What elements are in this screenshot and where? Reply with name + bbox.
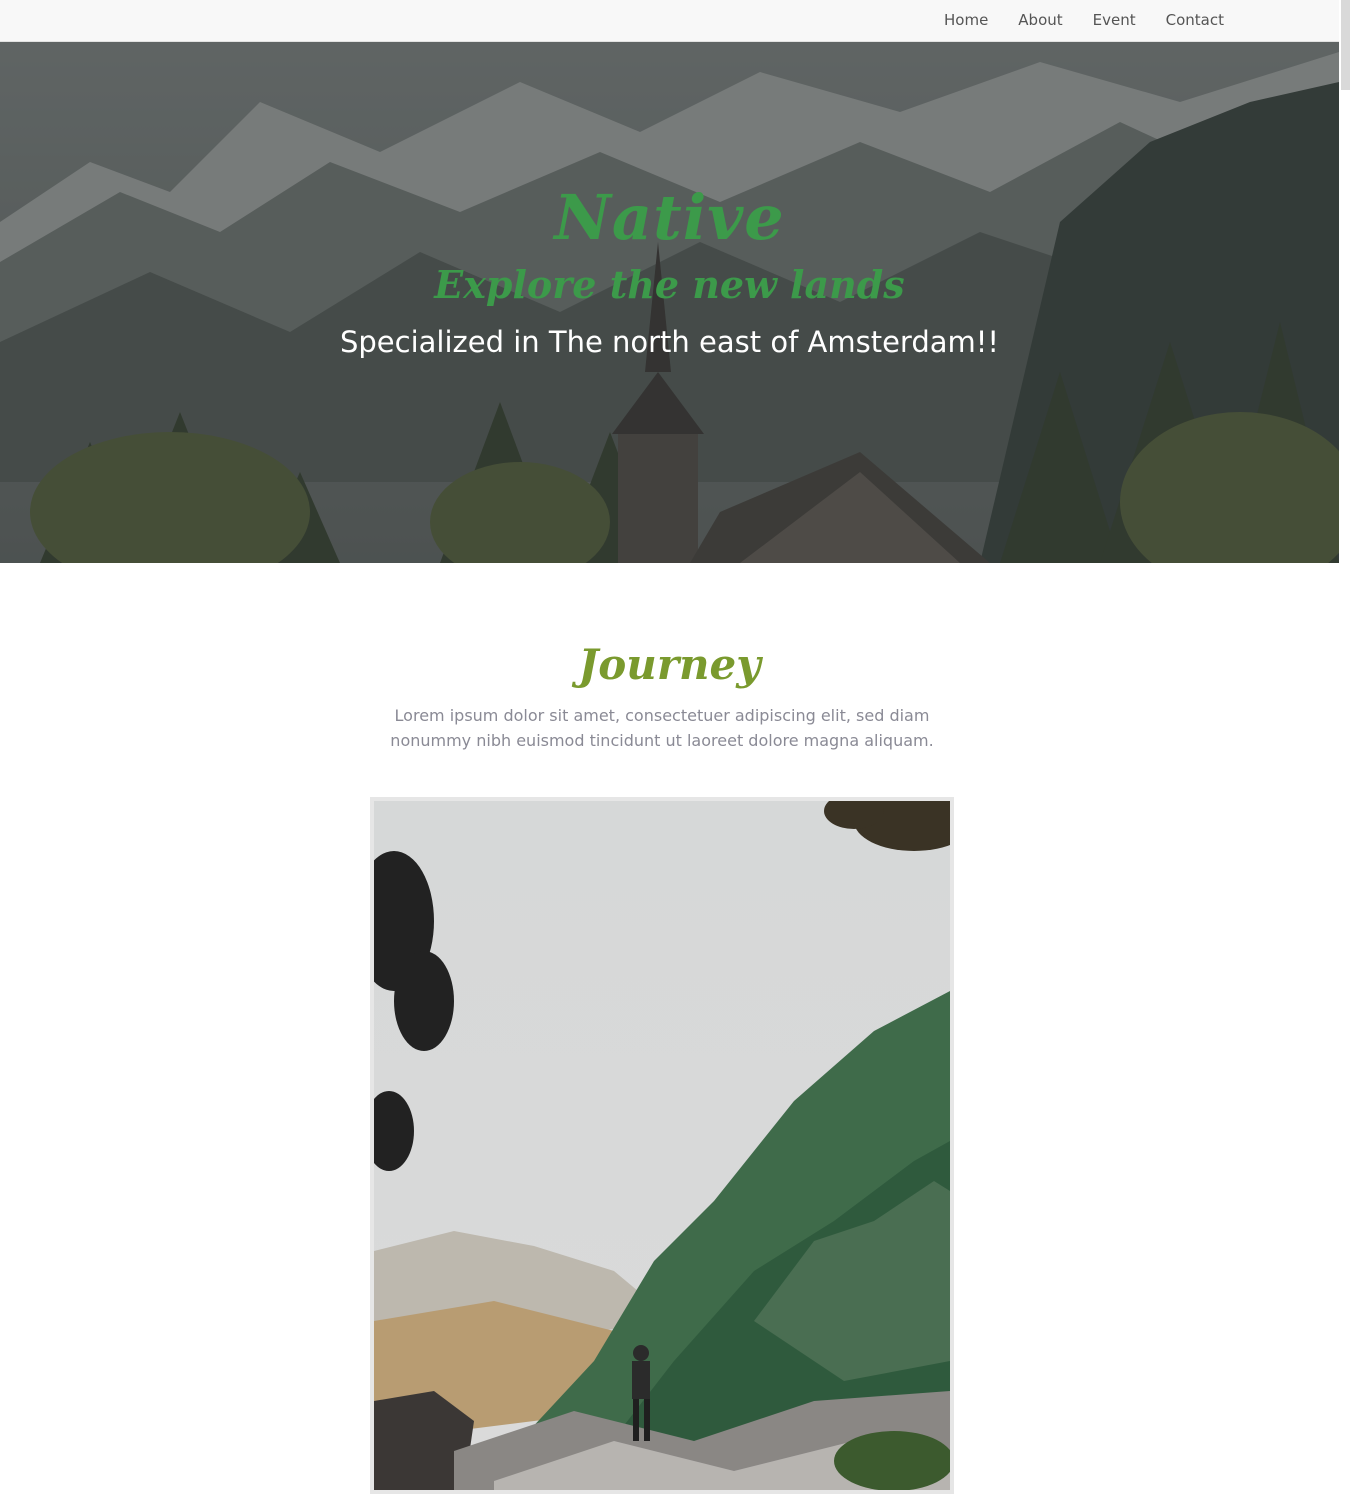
journey-title: Journey xyxy=(578,640,761,689)
page-scrollbar-thumb[interactable] xyxy=(1341,0,1350,90)
nav-link-home[interactable]: Home xyxy=(929,2,1003,38)
hero-title: Native xyxy=(554,181,785,254)
hero-subtitle: Specialized in The north east of Amsterd… xyxy=(339,325,1000,359)
nav-link-event[interactable]: Event xyxy=(1078,2,1151,38)
nav-link-about[interactable]: About xyxy=(1003,2,1077,38)
hero-tagline: Explore the new lands xyxy=(434,262,905,307)
hero-content: Native Explore the new lands Specialized… xyxy=(0,182,1339,362)
nav-link-contact[interactable]: Contact xyxy=(1151,2,1239,38)
journey-landscape-image xyxy=(374,801,950,1490)
hero-section: Native Explore the new lands Specialized… xyxy=(0,42,1339,563)
journey-description: Lorem ipsum dolor sit amet, consectetuer… xyxy=(390,706,934,750)
journey-photo xyxy=(370,797,954,1494)
journey-section: Journey Lorem ipsum dolor sit amet, cons… xyxy=(0,563,1339,1504)
top-navbar: Home About Event Contact xyxy=(0,0,1339,42)
page-scrollbar[interactable] xyxy=(1339,0,1360,1504)
nav-links: Home About Event Contact xyxy=(929,0,1239,40)
